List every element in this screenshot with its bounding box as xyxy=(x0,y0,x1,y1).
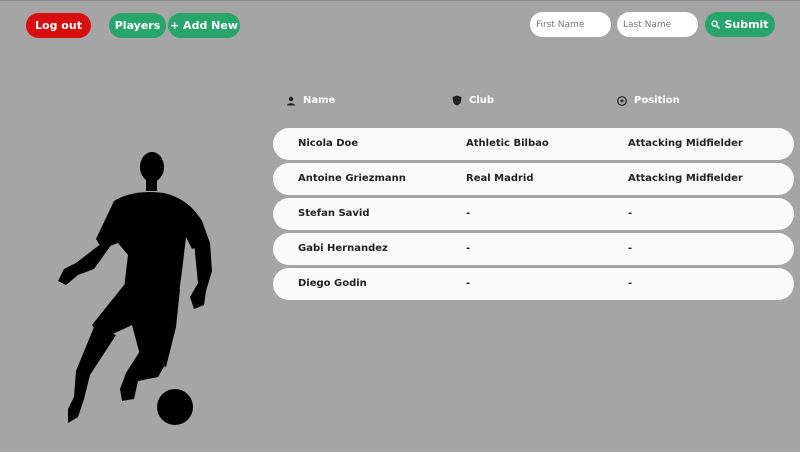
player-club: - xyxy=(466,208,471,219)
table-row[interactable]: Diego Godin - - xyxy=(273,268,794,300)
player-name: Gabi Hernandez xyxy=(298,243,388,254)
column-header-club: Club xyxy=(452,95,494,106)
column-header-name: Name xyxy=(286,95,335,106)
player-position: Attacking Midfielder xyxy=(628,138,743,149)
table-row[interactable]: Antoine Griezmann Real Madrid Attacking … xyxy=(273,163,794,195)
player-name: Stefan Savid xyxy=(298,208,370,219)
player-club: Real Madrid xyxy=(466,173,534,184)
player-position: - xyxy=(628,243,633,254)
table-row[interactable]: Gabi Hernandez - - xyxy=(273,233,794,265)
soccer-player-silhouette xyxy=(58,152,212,425)
column-header-name-label: Name xyxy=(303,95,336,106)
player-club: - xyxy=(466,278,471,289)
add-new-button[interactable]: + Add New xyxy=(168,13,240,38)
players-button[interactable]: Players xyxy=(109,13,166,38)
column-header-position-label: Position xyxy=(634,95,680,106)
player-position: - xyxy=(628,208,633,219)
player-name: Diego Godin xyxy=(298,278,367,289)
soccer-ball-icon xyxy=(617,95,627,106)
table-row[interactable]: Stefan Savid - - xyxy=(273,198,794,230)
submit-label: Submit xyxy=(724,18,769,31)
submit-button[interactable]: Submit xyxy=(705,12,775,37)
person-icon xyxy=(287,96,295,105)
player-club: Athletic Bilbao xyxy=(466,138,549,149)
player-name: Antoine Griezmann xyxy=(298,173,406,184)
table-row[interactable]: Nicola Doe Athletic Bilbao Attacking Mid… xyxy=(273,128,794,160)
shield-icon xyxy=(452,95,462,106)
logout-button[interactable]: Log out xyxy=(26,13,91,38)
first-name-input[interactable] xyxy=(530,12,611,37)
search-icon xyxy=(711,20,721,29)
player-club: - xyxy=(466,243,471,254)
column-header-position: Position xyxy=(617,95,680,106)
column-header-club-label: Club xyxy=(469,95,495,106)
last-name-input[interactable] xyxy=(617,12,698,37)
player-name: Nicola Doe xyxy=(298,138,359,149)
player-position: - xyxy=(628,278,633,289)
player-position: Attacking Midfielder xyxy=(628,173,743,184)
